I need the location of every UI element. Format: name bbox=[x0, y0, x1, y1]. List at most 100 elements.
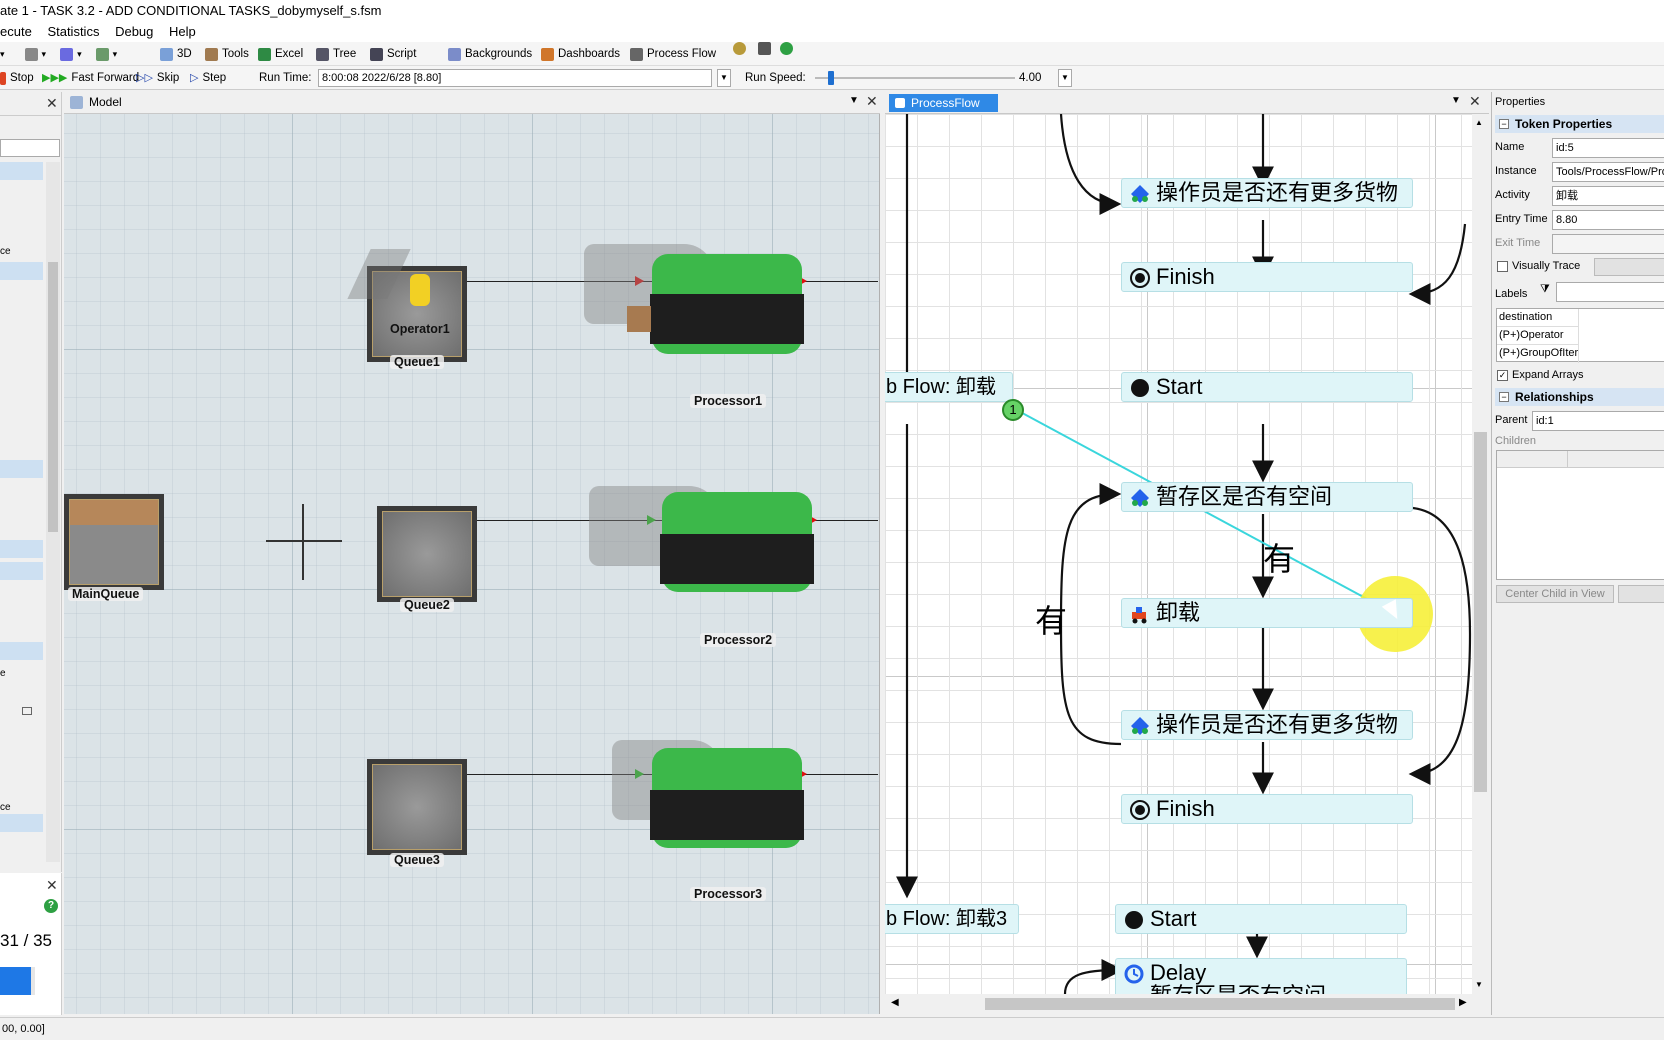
trace-button[interactable]: T bbox=[1594, 258, 1664, 276]
run-time-dropdown[interactable]: ▼ bbox=[717, 69, 731, 87]
collapse-icon[interactable]: − bbox=[1499, 119, 1509, 129]
secondary-button[interactable] bbox=[1618, 585, 1664, 603]
label-row[interactable]: (P+)Operator bbox=[1497, 327, 1579, 345]
step-button[interactable]: ▷ Step bbox=[190, 66, 226, 90]
tab-menu-arrow[interactable]: ▼ bbox=[849, 95, 859, 106]
btn-3d[interactable]: 3D bbox=[160, 42, 192, 66]
close-icon[interactable]: ✕ bbox=[866, 93, 878, 110]
activity-start-3[interactable]: Start bbox=[1115, 904, 1407, 934]
btn-script[interactable]: Script bbox=[370, 42, 416, 66]
btn-tree[interactable]: Tree bbox=[316, 42, 356, 66]
instance-field[interactable]: Tools/ProcessFlow/Pro bbox=[1552, 162, 1664, 182]
labels-filter-input[interactable] bbox=[1556, 282, 1664, 302]
menu-execute[interactable]: ecute bbox=[0, 22, 38, 42]
token-properties-section[interactable]: − Token Properties bbox=[1495, 115, 1664, 133]
activity-start-1[interactable]: Start bbox=[1121, 372, 1413, 402]
activity-subflow-unload3[interactable]: b Flow: 卸载3 bbox=[885, 904, 1019, 934]
settings-button[interactable] bbox=[733, 42, 746, 55]
activity-delay[interactable]: Delay 暂存区是否有空间 bbox=[1115, 958, 1407, 994]
btn-process-flow[interactable]: Process Flow bbox=[630, 42, 716, 66]
layout-button[interactable] bbox=[758, 42, 771, 55]
activity-subflow-unload[interactable]: b Flow: 卸载 bbox=[885, 372, 1013, 402]
visually-trace-checkbox[interactable] bbox=[1497, 261, 1508, 272]
activity-unload[interactable]: 卸载 bbox=[1121, 598, 1413, 628]
close-icon[interactable]: ✕ bbox=[46, 95, 58, 112]
btn-backgrounds[interactable]: Backgrounds bbox=[448, 42, 532, 66]
children-list[interactable] bbox=[1496, 450, 1664, 580]
menu-statistics[interactable]: Statistics bbox=[41, 22, 105, 42]
connect-icon[interactable] bbox=[24, 47, 38, 61]
close-icon[interactable]: ✕ bbox=[1469, 93, 1481, 110]
toolbar-dropdowns[interactable]: ▾ ▾ ▾ ▾ bbox=[0, 42, 117, 66]
excel-icon bbox=[258, 47, 271, 61]
activity-decide-space[interactable]: 暂存区是否有空间 bbox=[1121, 482, 1413, 512]
collapse-icon[interactable]: − bbox=[1499, 392, 1509, 402]
main-queue[interactable] bbox=[64, 494, 164, 590]
activity-decide-operator-top[interactable]: 操作员是否还有更多货物 bbox=[1121, 178, 1413, 208]
model-tab-bar: Model ▼ ✕ bbox=[64, 92, 880, 114]
activity-field[interactable]: 卸载 bbox=[1552, 186, 1664, 206]
skip-button[interactable]: ▷▷ Skip bbox=[136, 66, 179, 90]
view-icon[interactable] bbox=[95, 47, 109, 61]
fast-forward-button[interactable]: ▶▶▶ Fast Forward bbox=[42, 66, 139, 90]
left-docked-panel: ✕ ce e ce bbox=[0, 92, 62, 872]
operator-figure[interactable] bbox=[410, 274, 430, 306]
menu-help[interactable]: Help bbox=[163, 22, 202, 42]
run-speed-slider[interactable] bbox=[815, 77, 1015, 79]
relationships-section[interactable]: − Relationships bbox=[1495, 388, 1664, 406]
backgrounds-icon bbox=[448, 47, 461, 61]
center-child-button[interactable]: Center Child in View bbox=[1496, 585, 1614, 603]
tab-processflow[interactable]: ProcessFlow bbox=[889, 94, 998, 112]
btn-tools[interactable]: Tools bbox=[205, 42, 249, 66]
run-speed-dropdown[interactable]: ▼ bbox=[1058, 69, 1072, 87]
run-speed-slider-thumb[interactable] bbox=[828, 71, 834, 85]
status-bar: 00, 0.00] bbox=[0, 1017, 1664, 1040]
filter-icon[interactable]: ⧩ bbox=[1540, 283, 1554, 297]
processflow-vertical-scrollbar[interactable]: ▲ ▼ bbox=[1472, 114, 1489, 994]
queue3[interactable] bbox=[367, 759, 467, 855]
scroll-thumb[interactable] bbox=[1474, 432, 1487, 792]
help-icon[interactable]: ? bbox=[44, 899, 58, 913]
stop-button[interactable]: Stop bbox=[0, 66, 34, 90]
entry-time-field[interactable]: 8.80 bbox=[1552, 210, 1664, 230]
left-label-2: e bbox=[0, 668, 6, 679]
processflow-tab-bar: ProcessFlow ▼ ✕ bbox=[885, 92, 1489, 114]
parent-field[interactable]: id:1 bbox=[1532, 411, 1664, 431]
menu-debug[interactable]: Debug bbox=[109, 22, 159, 42]
color-icon[interactable] bbox=[60, 47, 74, 61]
queue2[interactable] bbox=[377, 506, 477, 602]
label-row[interactable]: (P+)GroupOfIter bbox=[1497, 345, 1579, 363]
help-button[interactable] bbox=[780, 42, 793, 55]
model-3d-view[interactable]: Operator1 Queue1 Queue2 Queue3 MainQueue… bbox=[64, 114, 880, 1014]
exit-time-field[interactable] bbox=[1552, 234, 1664, 254]
skip-icon: ▷▷ bbox=[136, 72, 153, 84]
run-speed-value: 4.00 bbox=[1019, 72, 1042, 84]
btn-excel[interactable]: Excel bbox=[258, 42, 303, 66]
left-scrollbar[interactable] bbox=[46, 162, 60, 862]
restore-icon[interactable] bbox=[22, 707, 32, 715]
left-label-3: ce bbox=[0, 802, 11, 813]
btn-dashboards[interactable]: Dashboards bbox=[541, 42, 620, 66]
processflow-horizontal-scrollbar[interactable]: ◀ ▶ bbox=[885, 994, 1489, 1014]
label-row[interactable]: destination bbox=[1497, 309, 1579, 327]
activity-decide-operator-mid[interactable]: 操作员是否还有更多货物 bbox=[1121, 710, 1413, 740]
menu-bar: ecute Statistics Debug Help bbox=[0, 22, 1664, 42]
processflow-canvas[interactable]: 操作员是否还有更多货物 Finish b Flow: 卸载 1 Start 暂存… bbox=[885, 114, 1472, 994]
tab-menu-arrow[interactable]: ▼ bbox=[1451, 95, 1461, 106]
activity-finish-top[interactable]: Finish bbox=[1121, 262, 1413, 292]
decide-icon bbox=[1131, 489, 1149, 507]
clock-icon bbox=[1124, 964, 1144, 984]
tab-model[interactable]: Model bbox=[70, 95, 122, 109]
activity-finish-mid[interactable]: Finish bbox=[1121, 794, 1413, 824]
name-field[interactable]: id:5 bbox=[1552, 138, 1664, 158]
close-icon[interactable]: ✕ bbox=[46, 877, 58, 894]
token-marker[interactable]: 1 bbox=[1002, 399, 1024, 421]
main-queue-label: MainQueue bbox=[68, 587, 144, 601]
expand-arrays-checkbox[interactable]: ✓ bbox=[1497, 370, 1508, 381]
run-time-field[interactable]: 8:00:08 2022/6/28 [8.80] bbox=[318, 69, 712, 87]
scroll-thumb[interactable] bbox=[985, 998, 1455, 1010]
left-search-input[interactable] bbox=[0, 139, 60, 157]
expand-arrays-label: Expand Arrays bbox=[1512, 369, 1584, 381]
main-toolbar: ▾ ▾ ▾ ▾ 3D Tools Excel Tree Script Backg… bbox=[0, 42, 1664, 66]
script-icon bbox=[370, 47, 383, 61]
